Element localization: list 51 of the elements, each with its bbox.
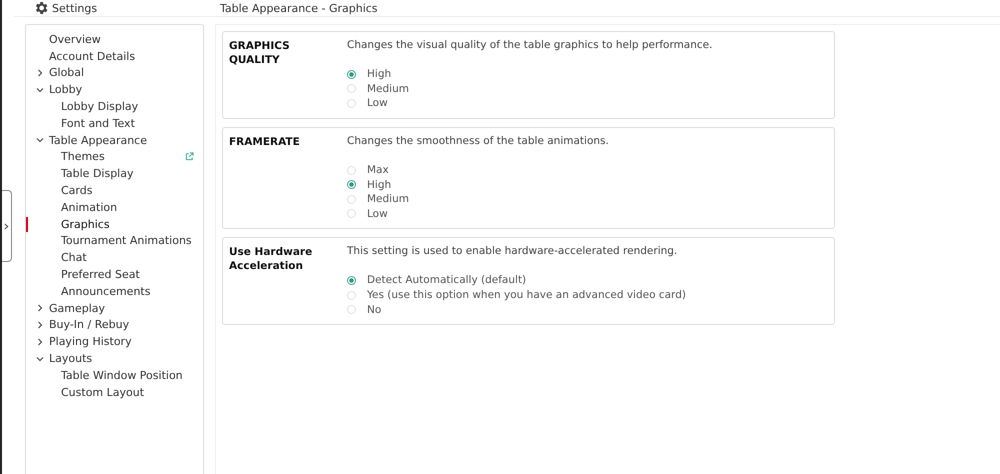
- sidebar-item[interactable]: Overview: [49, 32, 101, 46]
- sidebar-item[interactable]: Table Appearance: [49, 134, 147, 147]
- sidebar-item[interactable]: Global: [49, 66, 84, 80]
- option-label[interactable]: No: [367, 304, 382, 316]
- setting-title: FRAMERATE: [229, 134, 301, 150]
- option-label[interactable]: Low: [367, 208, 388, 220]
- selection-marker: [26, 216, 28, 232]
- option-label[interactable]: Yes (use this option when you have an advanced video card): [367, 289, 686, 302]
- app-title: Settings: [52, 2, 98, 14]
- sidebar-item[interactable]: Announcements: [61, 284, 150, 298]
- setting-title: GRAPHICS QUALITY: [229, 39, 291, 68]
- setting-description: Changes the visual quality of the table graphics to help performance.: [347, 38, 714, 52]
- radio-button[interactable]: [347, 276, 356, 285]
- sidebar-item[interactable]: Table Display: [61, 167, 134, 180]
- settings-icon: [33, 0, 49, 16]
- radio-button[interactable]: [347, 180, 356, 190]
- sidebar-item[interactable]: Account Details: [49, 50, 136, 63]
- option-label[interactable]: High: [367, 178, 392, 191]
- setting-description: Changes the smoothness of the table animations.: [347, 134, 610, 148]
- collapse-chevron-icon[interactable]: [36, 86, 46, 94]
- option-label[interactable]: Max: [367, 164, 389, 176]
- option-label[interactable]: Detect Automatically (default): [367, 274, 526, 286]
- sidebar-item[interactable]: Playing History: [49, 335, 132, 348]
- page-title: Table Appearance - Graphics: [219, 2, 378, 14]
- chevron-icon: [4, 222, 9, 230]
- sidebar-item[interactable]: Themes: [61, 150, 105, 164]
- sidebar-item[interactable]: Chat: [61, 251, 87, 264]
- option-label[interactable]: High: [367, 68, 392, 80]
- sidebar-item[interactable]: Animation: [61, 200, 118, 214]
- sidebar-item[interactable]: Lobby: [49, 83, 82, 96]
- external-link-icon[interactable]: [185, 152, 194, 162]
- option-label[interactable]: Medium: [367, 193, 409, 206]
- radio-button[interactable]: [347, 70, 356, 79]
- sidebar-item[interactable]: Layouts: [49, 352, 92, 366]
- sidebar-item[interactable]: Graphics: [61, 218, 110, 231]
- sidebar-item[interactable]: Custom Layout: [61, 386, 144, 399]
- collapse-tab[interactable]: [2, 190, 12, 262]
- setting-description: This setting is used to enable hardware-accelerated rendering.: [347, 244, 678, 258]
- collapse-chevron-icon[interactable]: [36, 354, 46, 363]
- sidebar-item[interactable]: Preferred Seat: [61, 268, 140, 282]
- sidebar-item[interactable]: Cards: [61, 184, 92, 198]
- collapse-chevron-icon[interactable]: [36, 136, 46, 144]
- sidebar-item[interactable]: Buy-In / Rebuy: [49, 318, 130, 332]
- sidebar-item[interactable]: Font and Text: [61, 116, 135, 130]
- setting-title: Use Hardware Acceleration: [229, 245, 314, 274]
- sidebar-item[interactable]: Tournament Animations: [61, 234, 192, 248]
- sidebar-item[interactable]: Gameplay: [49, 302, 106, 315]
- option-label[interactable]: Medium: [367, 82, 409, 95]
- sidebar-item[interactable]: Lobby Display: [61, 100, 138, 114]
- sidebar-item[interactable]: Table Window Position: [61, 368, 183, 382]
- option-label[interactable]: Low: [367, 97, 388, 110]
